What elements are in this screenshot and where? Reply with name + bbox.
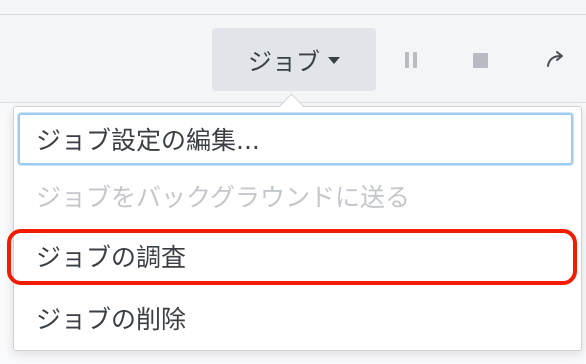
stop-square — [472, 52, 488, 68]
chevron-down-icon — [328, 57, 340, 64]
pause-bar-right — [413, 52, 417, 68]
redo-arrow — [547, 51, 563, 67]
stop-icon[interactable] — [464, 44, 496, 76]
menu-item-label: ジョブ設定の編集... — [36, 126, 260, 155]
redo-icon[interactable] — [540, 44, 572, 76]
pause-icon[interactable] — [395, 44, 427, 76]
menu-item-inspect-job[interactable]: ジョブの調査 — [18, 230, 573, 282]
menu-item-delete-job[interactable]: ジョブの削除 — [18, 292, 573, 344]
job-menu-button-label: ジョブ — [248, 48, 320, 76]
menu-item-label: ジョブの調査 — [36, 243, 187, 272]
menu-item-send-to-background: ジョブをバックグラウンドに送る — [18, 170, 573, 222]
pause-bar-left — [405, 52, 409, 68]
menu-item-label: ジョブの削除 — [36, 305, 187, 334]
menu-item-edit-job-settings[interactable]: ジョブ設定の編集... — [18, 113, 573, 165]
job-menu-button[interactable]: ジョブ — [212, 28, 376, 91]
menu-item-label: ジョブをバックグラウンドに送る — [36, 183, 411, 212]
